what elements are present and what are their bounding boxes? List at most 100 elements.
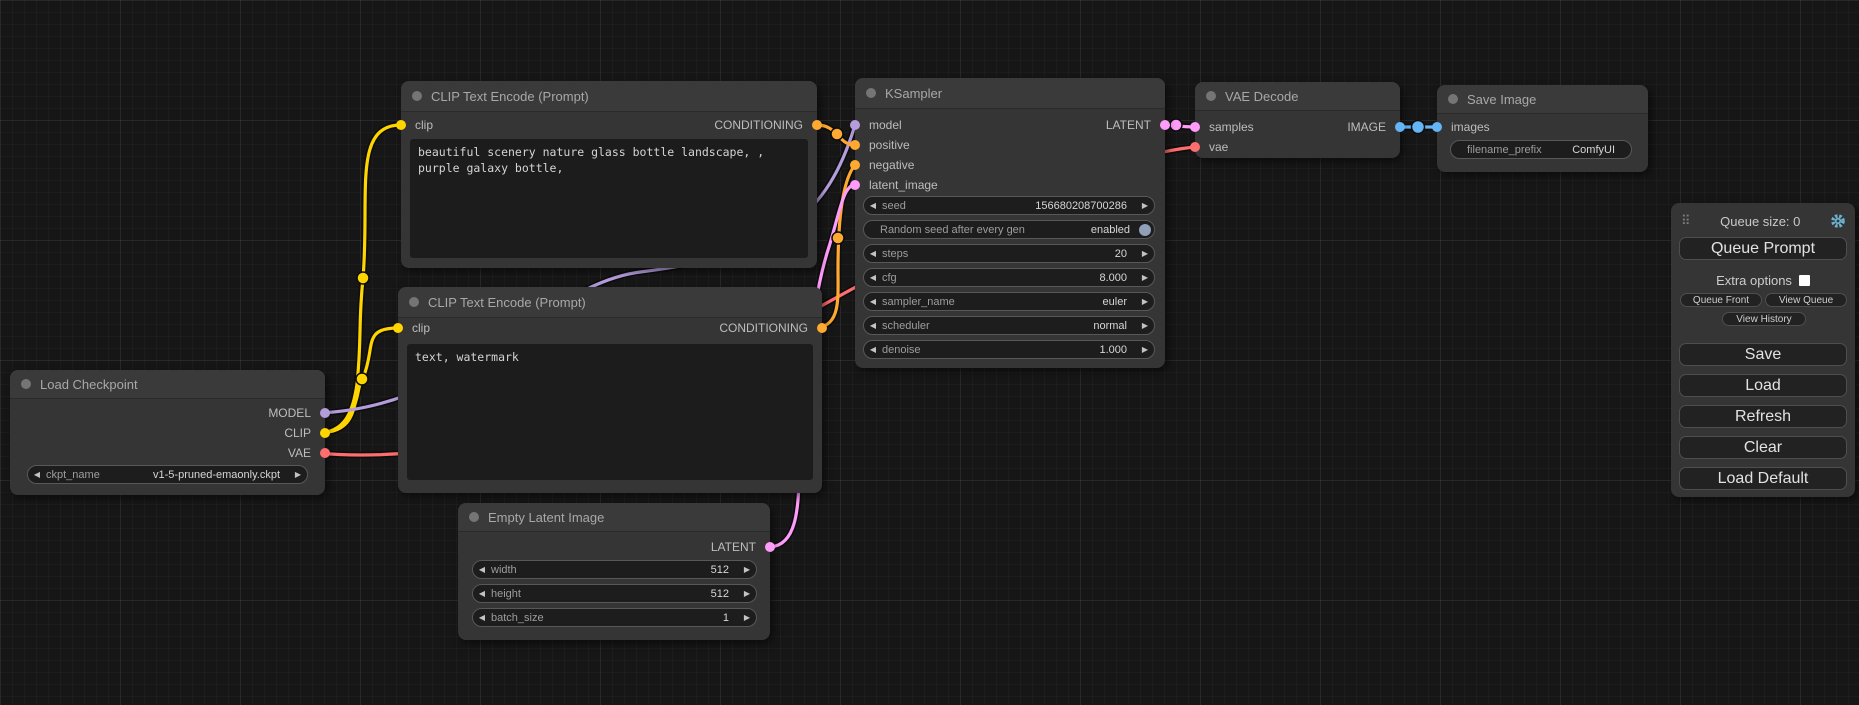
increment-arrow-icon[interactable] bbox=[738, 609, 756, 626]
conditioning-output-port[interactable] bbox=[817, 323, 827, 333]
model-output-port[interactable] bbox=[320, 408, 330, 418]
samples-io-row: samples IMAGE bbox=[1195, 117, 1400, 137]
increment-arrow-icon[interactable] bbox=[1136, 341, 1154, 358]
latent-output-label: LATENT bbox=[1106, 118, 1151, 132]
collapse-dot-icon[interactable] bbox=[1206, 91, 1216, 101]
extra-options-checkbox[interactable] bbox=[1799, 275, 1810, 286]
positive-input-label: positive bbox=[869, 138, 910, 152]
denoise-widget[interactable]: denoise 1.000 bbox=[863, 340, 1155, 359]
cfg-widget[interactable]: cfg 8.000 bbox=[863, 268, 1155, 287]
decrement-arrow-icon[interactable] bbox=[473, 585, 491, 602]
conditioning-output-port[interactable] bbox=[812, 120, 822, 130]
latent-output-port[interactable] bbox=[1160, 120, 1170, 130]
load-button[interactable]: Load bbox=[1679, 374, 1847, 397]
decrement-arrow-icon[interactable] bbox=[864, 317, 882, 334]
height-widget[interactable]: height 512 bbox=[472, 584, 757, 603]
view-history-button[interactable]: View History bbox=[1722, 312, 1806, 326]
node-empty-latent-image[interactable]: Empty Latent Image LATENT width 512 heig… bbox=[458, 503, 770, 640]
node-titlebar[interactable]: CLIP Text Encode (Prompt) bbox=[401, 81, 817, 112]
ckpt-name-widget[interactable]: ckpt_name v1-5-pruned-emaonly.ckpt bbox=[27, 465, 308, 484]
node-load-checkpoint[interactable]: Load Checkpoint MODEL CLIP VAE ckpt_name… bbox=[10, 370, 325, 495]
node-titlebar[interactable]: KSampler bbox=[855, 78, 1165, 109]
node-save-image[interactable]: Save Image images filename_prefix ComfyU… bbox=[1437, 85, 1648, 172]
node-vae-decode[interactable]: VAE Decode samples IMAGE vae bbox=[1195, 82, 1400, 158]
clip-output-port[interactable] bbox=[320, 428, 330, 438]
node-clip-text-encode-positive[interactable]: CLIP Text Encode (Prompt) clip CONDITION… bbox=[401, 81, 817, 268]
vae-input-port[interactable] bbox=[1190, 142, 1200, 152]
images-input-label: images bbox=[1451, 120, 1490, 134]
positive-input-port[interactable] bbox=[850, 140, 860, 150]
save-button[interactable]: Save bbox=[1679, 343, 1847, 366]
queue-panel: Queue size: 0 Queue Prompt Extra options… bbox=[1671, 203, 1855, 497]
samples-input-port[interactable] bbox=[1190, 122, 1200, 132]
increment-arrow-icon[interactable] bbox=[738, 561, 756, 578]
vae-output-label: VAE bbox=[288, 446, 311, 460]
increment-arrow-icon[interactable] bbox=[738, 585, 756, 602]
collapse-dot-icon[interactable] bbox=[409, 297, 419, 307]
queue-prompt-button[interactable]: Queue Prompt bbox=[1679, 237, 1847, 260]
random-seed-toggle-widget[interactable]: Random seed after every gen enabled bbox=[863, 220, 1155, 239]
node-ksampler[interactable]: KSampler model LATENT positive negative … bbox=[855, 78, 1165, 368]
node-title-label: KSampler bbox=[885, 86, 942, 101]
increment-arrow-icon[interactable] bbox=[1136, 245, 1154, 262]
latent-image-input-port[interactable] bbox=[850, 180, 860, 190]
decrement-arrow-icon[interactable] bbox=[864, 293, 882, 310]
increment-arrow-icon[interactable] bbox=[289, 466, 307, 483]
scheduler-widget[interactable]: scheduler normal bbox=[863, 316, 1155, 335]
collapse-dot-icon[interactable] bbox=[412, 91, 422, 101]
toggle-dot-icon[interactable] bbox=[1139, 224, 1151, 236]
decrement-arrow-icon[interactable] bbox=[864, 269, 882, 286]
node-titlebar[interactable]: VAE Decode bbox=[1195, 82, 1400, 111]
node-titlebar[interactable]: Load Checkpoint bbox=[10, 370, 325, 399]
node-titlebar[interactable]: Empty Latent Image bbox=[458, 503, 770, 532]
decrement-arrow-icon[interactable] bbox=[473, 609, 491, 626]
negative-input-port[interactable] bbox=[850, 160, 860, 170]
queue-front-button[interactable]: Queue Front bbox=[1680, 293, 1762, 307]
images-input-port[interactable] bbox=[1432, 122, 1442, 132]
steps-widget[interactable]: steps 20 bbox=[863, 244, 1155, 263]
collapse-dot-icon[interactable] bbox=[469, 512, 479, 522]
decrement-arrow-icon[interactable] bbox=[473, 561, 491, 578]
width-widget[interactable]: width 512 bbox=[472, 560, 757, 579]
increment-arrow-icon[interactable] bbox=[1136, 293, 1154, 310]
image-output-port[interactable] bbox=[1395, 122, 1405, 132]
negative-prompt-textarea[interactable]: text, watermark bbox=[407, 344, 813, 480]
node-title-label: VAE Decode bbox=[1225, 89, 1298, 104]
image-output-label: IMAGE bbox=[1347, 120, 1386, 134]
decrement-arrow-icon[interactable] bbox=[864, 245, 882, 262]
node-clip-text-encode-negative[interactable]: CLIP Text Encode (Prompt) clip CONDITION… bbox=[398, 287, 822, 493]
clear-button[interactable]: Clear bbox=[1679, 436, 1847, 459]
node-titlebar[interactable]: CLIP Text Encode (Prompt) bbox=[398, 287, 822, 318]
refresh-button[interactable]: Refresh bbox=[1679, 405, 1847, 428]
model-input-label: model bbox=[869, 118, 902, 132]
conditioning-output-label: CONDITIONING bbox=[714, 118, 803, 132]
decrement-arrow-icon[interactable] bbox=[864, 341, 882, 358]
negative-input-label: negative bbox=[869, 158, 914, 172]
latent-output-port[interactable] bbox=[765, 542, 775, 552]
drag-handle-icon[interactable] bbox=[1681, 213, 1691, 229]
positive-prompt-textarea[interactable]: beautiful scenery nature glass bottle la… bbox=[410, 139, 808, 258]
filename-prefix-widget[interactable]: filename_prefix ComfyUI bbox=[1450, 140, 1632, 159]
clip-input-port[interactable] bbox=[393, 323, 403, 333]
load-default-button[interactable]: Load Default bbox=[1679, 467, 1847, 490]
model-input-port[interactable] bbox=[850, 120, 860, 130]
batch-size-widget[interactable]: batch_size 1 bbox=[472, 608, 757, 627]
clip-io-row: clip CONDITIONING bbox=[398, 318, 822, 338]
decrement-arrow-icon[interactable] bbox=[28, 466, 46, 483]
node-titlebar[interactable]: Save Image bbox=[1437, 85, 1648, 114]
collapse-dot-icon[interactable] bbox=[866, 88, 876, 98]
decrement-arrow-icon[interactable] bbox=[864, 197, 882, 214]
sampler-name-widget[interactable]: sampler_name euler bbox=[863, 292, 1155, 311]
clip-output-label: CLIP bbox=[284, 426, 311, 440]
collapse-dot-icon[interactable] bbox=[21, 379, 31, 389]
view-queue-button[interactable]: View Queue bbox=[1765, 293, 1847, 307]
latent-output-row: LATENT bbox=[458, 537, 770, 557]
seed-widget[interactable]: seed 156680208700286 bbox=[863, 196, 1155, 215]
increment-arrow-icon[interactable] bbox=[1136, 269, 1154, 286]
collapse-dot-icon[interactable] bbox=[1448, 94, 1458, 104]
gear-icon[interactable] bbox=[1830, 213, 1846, 229]
increment-arrow-icon[interactable] bbox=[1136, 317, 1154, 334]
increment-arrow-icon[interactable] bbox=[1136, 197, 1154, 214]
vae-output-port[interactable] bbox=[320, 448, 330, 458]
clip-input-port[interactable] bbox=[396, 120, 406, 130]
